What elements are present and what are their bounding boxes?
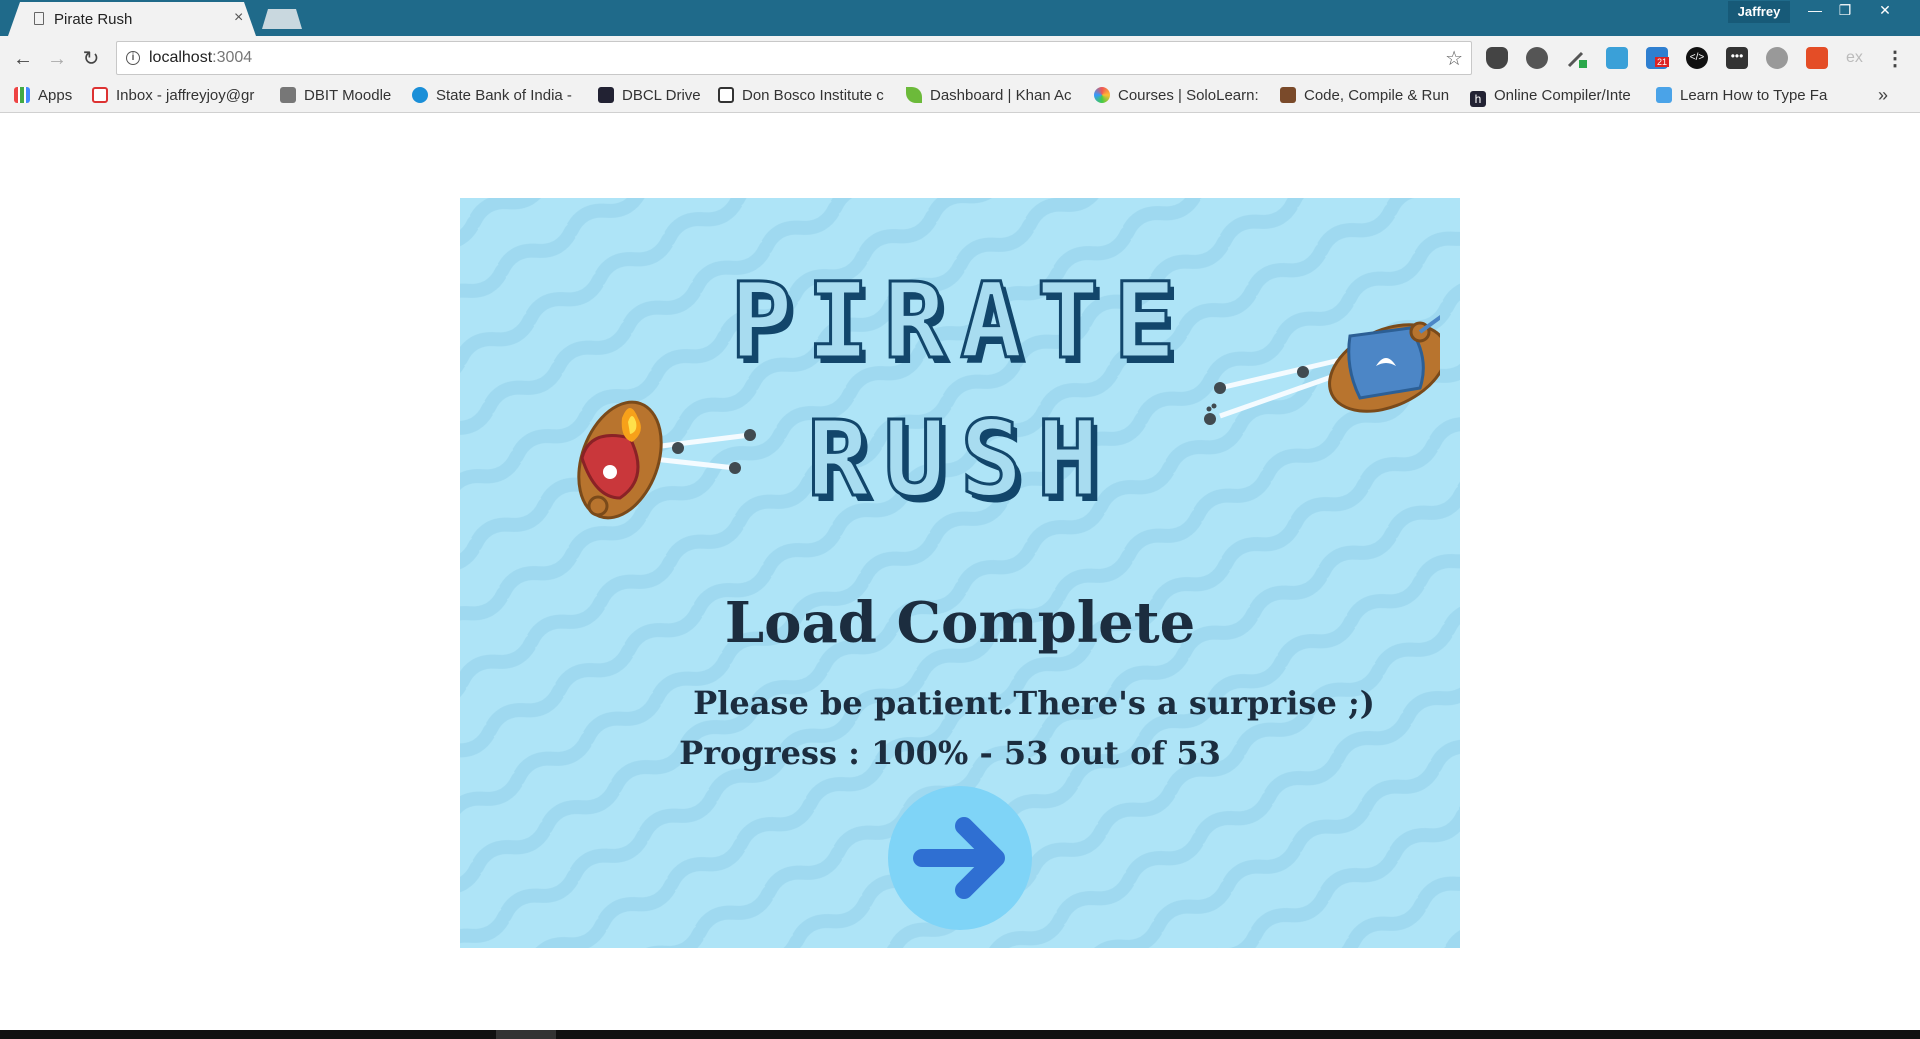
patience-message: Please be patient.There's a surprise ;)	[693, 684, 1375, 722]
red-pirate-ship	[577, 400, 756, 520]
pocket-icon[interactable]	[1486, 47, 1508, 69]
close-window-icon[interactable]: ✕	[1870, 0, 1900, 22]
address-bar[interactable]: i localhost:3004 ☆	[116, 41, 1472, 75]
bookmark-dbit-moodle[interactable]: DBIT Moodle	[280, 87, 391, 107]
reload-icon[interactable]: ↻	[78, 46, 104, 72]
bookmark-khan[interactable]: Dashboard | Khan Ac	[906, 87, 1078, 107]
title-bar: Pirate Rush × Jaffrey — ❐ ✕	[0, 0, 1920, 36]
blue-pirate-ship	[1204, 314, 1440, 425]
info-icon[interactable]: i	[126, 51, 140, 65]
load-status-title: Load Complete	[724, 590, 1196, 656]
html5-icon[interactable]	[1806, 47, 1828, 69]
window-icon[interactable]	[1606, 47, 1628, 69]
bookmark-sbi[interactable]: State Bank of India -	[412, 87, 580, 107]
taskbar-item[interactable]	[496, 1030, 556, 1039]
khan-leaf-icon	[906, 87, 922, 103]
bookmark-sololearn[interactable]: Courses | SoloLearn:	[1094, 87, 1262, 107]
menu-icon[interactable]: ⋮	[1882, 46, 1908, 72]
code-icon[interactable]: </>	[1686, 47, 1708, 69]
bookmarks-overflow-icon[interactable]: »	[1878, 85, 1888, 106]
evernote-icon[interactable]	[1526, 47, 1548, 69]
bookmark-learn-type[interactable]: Learn How to Type Fa	[1656, 87, 1830, 107]
bookmark-star-icon[interactable]: ☆	[1445, 46, 1463, 71]
dbit-icon	[718, 87, 734, 103]
progress-text: Progress : 100% - 53 out of 53	[679, 734, 1221, 772]
toolbar: ← → ↻ i localhost:3004 ☆ 21 </> ••• ex ⋮	[0, 36, 1920, 82]
bookmarks-bar: Apps Inbox - jaffreyjoy@gr DBIT Moodle S…	[0, 82, 1920, 113]
eyedropper-icon[interactable]	[1566, 47, 1588, 69]
calendar-icon[interactable]: 21	[1646, 47, 1670, 69]
tab-pirate-rush[interactable]: Pirate Rush ×	[8, 2, 256, 36]
page-icon	[34, 12, 44, 25]
moodle-icon	[280, 87, 296, 103]
taskbar	[0, 1030, 1920, 1039]
restore-icon[interactable]: ❐	[1830, 0, 1860, 22]
profile-button[interactable]: Jaffrey	[1728, 1, 1790, 23]
dots-icon[interactable]: •••	[1726, 47, 1748, 69]
sololearn-icon	[1094, 87, 1110, 103]
new-tab-button[interactable]	[262, 9, 302, 29]
typing-icon	[1656, 87, 1672, 103]
bookmark-online-compiler[interactable]: h Online Compiler/Inte	[1470, 87, 1642, 107]
continue-button[interactable]	[888, 786, 1032, 930]
gmail-icon	[92, 87, 108, 103]
cloud-icon	[598, 87, 614, 103]
settings-icon[interactable]	[1766, 47, 1788, 69]
tab-close-icon[interactable]: ×	[234, 9, 243, 27]
sbi-icon	[412, 87, 428, 103]
arrow-right-icon	[913, 817, 1005, 899]
ex-icon[interactable]: ex	[1846, 47, 1868, 69]
forward-icon[interactable]: →	[44, 46, 70, 72]
minimize-icon[interactable]: —	[1800, 0, 1830, 22]
bookmark-code-compile[interactable]: Code, Compile & Run	[1280, 87, 1452, 107]
url-text[interactable]: localhost:3004	[149, 49, 252, 67]
bookmark-inbox[interactable]: Inbox - jaffreyjoy@gr	[92, 87, 262, 107]
game-canvas[interactable]: PIRATE RUSH Load Complete Please be pati…	[460, 198, 1460, 948]
tab-title: Pirate Rush	[54, 11, 133, 28]
apps-grid-icon	[14, 87, 30, 103]
calendar-badge: 21	[1655, 57, 1670, 67]
bookmark-don-bosco[interactable]: Don Bosco Institute c	[718, 87, 890, 107]
back-icon[interactable]: ←	[10, 46, 36, 72]
codechef-icon	[1280, 87, 1296, 103]
h-icon: h	[1470, 91, 1486, 107]
bookmark-dbcl-drive[interactable]: DBCL Drive	[598, 87, 701, 107]
bookmark-apps[interactable]: Apps	[14, 87, 72, 107]
